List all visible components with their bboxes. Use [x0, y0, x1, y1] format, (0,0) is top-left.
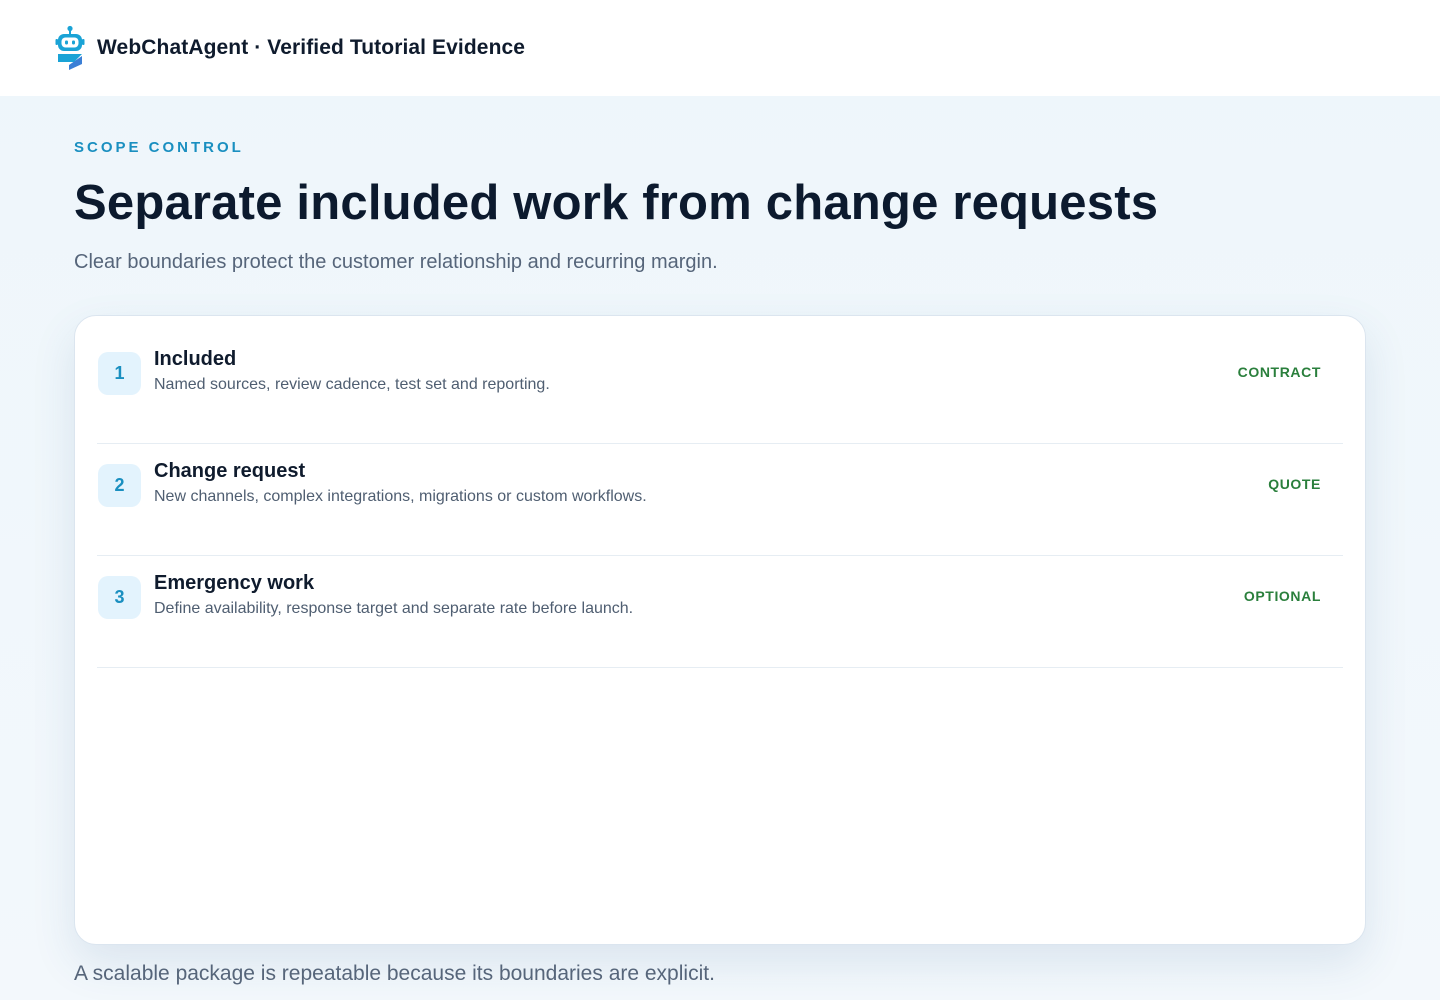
list-item-text: Emergency work Define availability, resp…: [154, 571, 633, 619]
list-item-description: Named sources, review cadence, test set …: [154, 376, 550, 393]
robot-logo-icon: [55, 25, 85, 70]
status-badge: OPTIONAL: [1243, 588, 1321, 604]
list-item-description: New channels, complex integrations, migr…: [154, 488, 647, 505]
list-item: 1 Included Named sources, review cadence…: [97, 332, 1343, 444]
footer-note: A scalable package is repeatable because…: [74, 962, 715, 985]
brand-title: WebChatAgent · Verified Tutorial Evidenc…: [97, 36, 526, 59]
list-item-title: Emergency work: [154, 572, 315, 594]
eyebrow-label: SCOPE CONTROL: [74, 139, 244, 156]
list-item: 2 Change request New channels, complex i…: [97, 444, 1343, 556]
list-item-text: Included Named sources, review cadence, …: [154, 347, 550, 395]
status-badge: QUOTE: [1268, 476, 1321, 492]
list-item-title: Change request: [154, 460, 306, 482]
step-number-badge: 2: [98, 464, 141, 507]
page-subtitle: Clear boundaries protect the customer re…: [74, 250, 718, 273]
list-item: 3 Emergency work Define availability, re…: [97, 556, 1343, 668]
status-badge: CONTRACT: [1237, 364, 1321, 380]
page-header: SCOPE CONTROL Separate included work fro…: [74, 96, 1366, 275]
step-number-badge: 1: [98, 352, 141, 395]
top-bar: WebChatAgent · Verified Tutorial Evidenc…: [0, 0, 1440, 96]
step-number-badge: 3: [98, 576, 141, 619]
list-item-text: Change request New channels, complex int…: [154, 459, 647, 507]
list-item-title: Included: [154, 348, 237, 370]
scope-card: 1 Included Named sources, review cadence…: [74, 315, 1366, 945]
page-title: Separate included work from change reque…: [74, 176, 1159, 230]
list-item-description: Define availability, response target and…: [154, 600, 634, 617]
